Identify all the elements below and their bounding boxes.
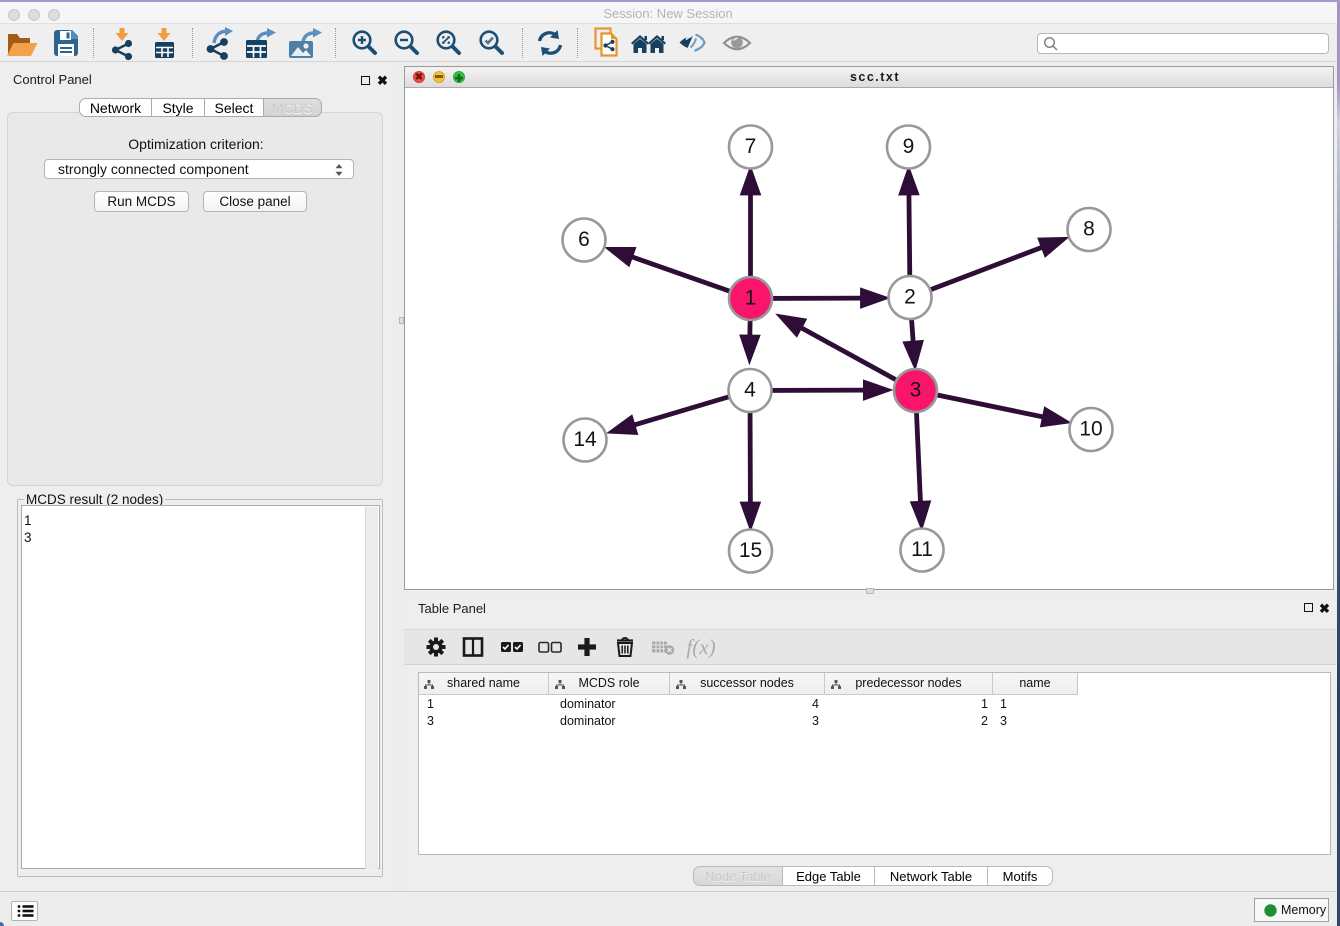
svg-text:14: 14 [573, 428, 597, 451]
svg-text:1: 1 [745, 287, 757, 310]
svg-text:7: 7 [745, 135, 757, 158]
svg-text:f(x): f(x) [686, 635, 715, 659]
svg-text:11: 11 [911, 538, 933, 561]
svg-text:4: 4 [744, 379, 756, 402]
svg-text:15: 15 [739, 539, 762, 562]
svg-text:8: 8 [1083, 218, 1095, 241]
svg-text:9: 9 [903, 135, 915, 158]
svg-text:10: 10 [1079, 418, 1102, 441]
svg-text:2: 2 [904, 286, 916, 309]
svg-text:3: 3 [910, 379, 922, 402]
svg-text:6: 6 [578, 228, 590, 251]
